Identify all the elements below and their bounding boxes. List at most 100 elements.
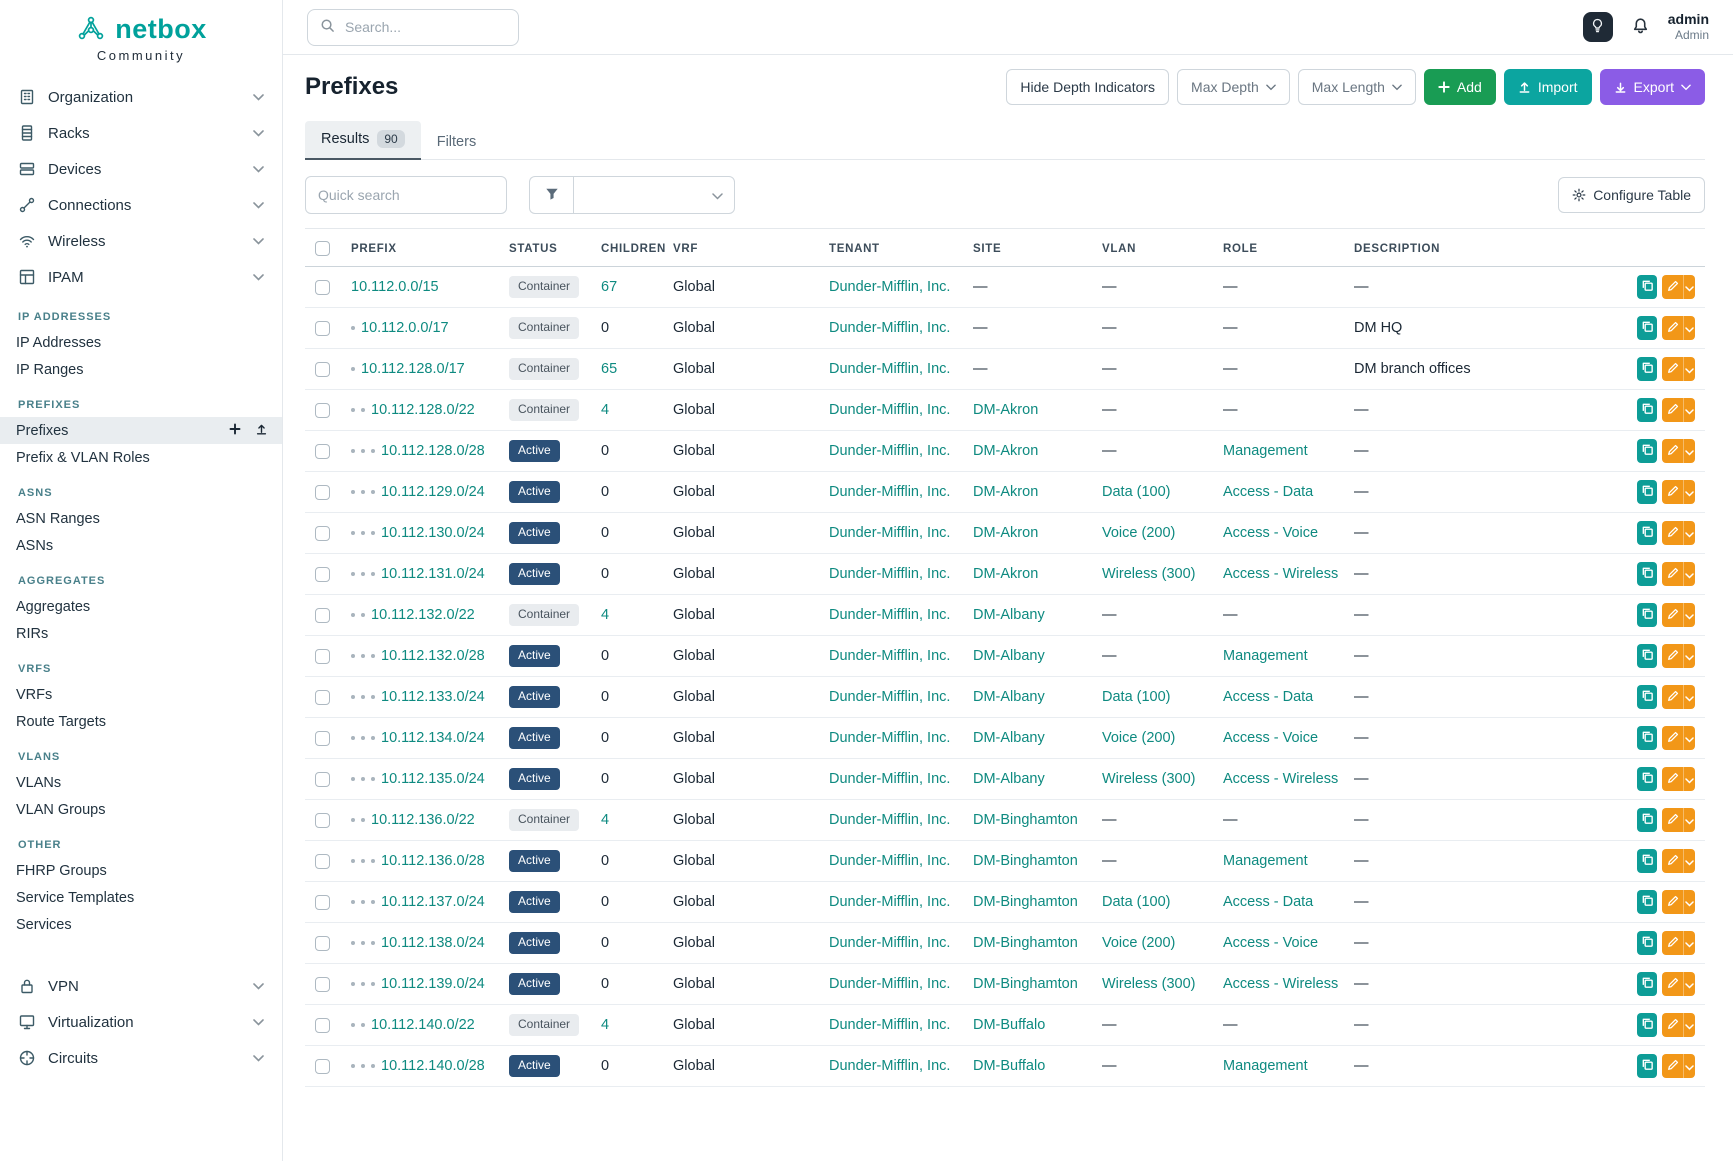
edit-dropdown-button[interactable] (1683, 767, 1695, 791)
edit-button[interactable] (1662, 398, 1682, 422)
tenant-link[interactable]: Dunder-Mifflin, Inc. (829, 853, 950, 869)
children-count-link[interactable]: 4 (601, 1017, 609, 1033)
edit-button[interactable] (1662, 275, 1682, 299)
site-link[interactable]: DM-Akron (973, 443, 1038, 459)
add-button[interactable]: Add (1424, 69, 1496, 105)
site-link[interactable]: DM-Albany (973, 648, 1045, 664)
row-checkbox[interactable] (315, 526, 330, 541)
site-link[interactable]: DM-Albany (973, 607, 1045, 623)
sidebar-item-vlan-groups[interactable]: VLAN Groups (0, 796, 282, 823)
role-link[interactable]: Access - Voice (1223, 730, 1318, 746)
edit-dropdown-button[interactable] (1683, 562, 1695, 586)
edit-dropdown-button[interactable] (1683, 685, 1695, 709)
edit-button[interactable] (1662, 644, 1682, 668)
clone-button[interactable] (1637, 972, 1657, 996)
edit-dropdown-button[interactable] (1683, 644, 1695, 668)
tenant-link[interactable]: Dunder-Mifflin, Inc. (829, 1058, 950, 1074)
edit-dropdown-button[interactable] (1683, 931, 1695, 955)
edit-dropdown-button[interactable] (1683, 808, 1695, 832)
edit-dropdown-button[interactable] (1683, 480, 1695, 504)
clone-button[interactable] (1637, 726, 1657, 750)
clone-button[interactable] (1637, 480, 1657, 504)
clone-button[interactable] (1637, 521, 1657, 545)
clone-button[interactable] (1637, 644, 1657, 668)
role-link[interactable]: Management (1223, 648, 1308, 664)
clone-button[interactable] (1637, 685, 1657, 709)
site-link[interactable]: DM-Albany (973, 771, 1045, 787)
tenant-link[interactable]: Dunder-Mifflin, Inc. (829, 812, 950, 828)
edit-button[interactable] (1662, 480, 1682, 504)
export-button[interactable]: Export (1600, 69, 1705, 105)
edit-button[interactable] (1662, 726, 1682, 750)
prefix-link[interactable]: 10.112.128.0/17 (361, 361, 465, 377)
clone-button[interactable] (1637, 849, 1657, 873)
sidebar-item-prefix-vlan-roles[interactable]: Prefix & VLAN Roles (0, 444, 282, 471)
sidebar-item-vrfs[interactable]: VRFs (0, 681, 282, 708)
vlan-link[interactable]: Wireless (300) (1102, 976, 1195, 992)
sidebar-item-vlans[interactable]: VLANs (0, 769, 282, 796)
edit-button[interactable] (1662, 1054, 1682, 1078)
tenant-link[interactable]: Dunder-Mifflin, Inc. (829, 279, 950, 295)
prefix-link[interactable]: 10.112.132.0/22 (371, 607, 475, 623)
row-checkbox[interactable] (315, 772, 330, 787)
sidebar-group-organization[interactable]: Organization (0, 79, 282, 115)
prefix-link[interactable]: 10.112.0.0/15 (351, 279, 439, 295)
site-link[interactable]: DM-Akron (973, 525, 1038, 541)
column-header-description[interactable]: DESCRIPTION (1344, 229, 1627, 267)
clone-button[interactable] (1637, 439, 1657, 463)
role-link[interactable]: Access - Data (1223, 894, 1313, 910)
edit-dropdown-button[interactable] (1683, 890, 1695, 914)
tenant-link[interactable]: Dunder-Mifflin, Inc. (829, 1017, 950, 1033)
role-link[interactable]: Access - Wireless (1223, 976, 1338, 992)
edit-button[interactable] (1662, 562, 1682, 586)
max-length-dropdown[interactable]: Max Length (1298, 69, 1416, 105)
site-link[interactable]: DM-Albany (973, 730, 1045, 746)
column-header-prefix[interactable]: PREFIX (341, 229, 499, 267)
edit-button[interactable] (1662, 767, 1682, 791)
site-link[interactable]: DM-Binghamton (973, 935, 1078, 951)
vlan-link[interactable]: Wireless (300) (1102, 771, 1195, 787)
sidebar-item-aggregates[interactable]: Aggregates (0, 593, 282, 620)
edit-dropdown-button[interactable] (1683, 726, 1695, 750)
row-checkbox[interactable] (315, 977, 330, 992)
role-link[interactable]: Access - Wireless (1223, 566, 1338, 582)
edit-button[interactable] (1662, 1013, 1682, 1037)
edit-dropdown-button[interactable] (1683, 357, 1695, 381)
sidebar-item-asn-ranges[interactable]: ASN Ranges (0, 505, 282, 532)
row-checkbox[interactable] (315, 444, 330, 459)
children-count-link[interactable]: 4 (601, 402, 609, 418)
row-checkbox[interactable] (315, 608, 330, 623)
row-checkbox[interactable] (315, 649, 330, 664)
role-link[interactable]: Management (1223, 1058, 1308, 1074)
import-button[interactable]: Import (1504, 69, 1592, 105)
edit-dropdown-button[interactable] (1683, 849, 1695, 873)
role-link[interactable]: Access - Data (1223, 484, 1313, 500)
site-link[interactable]: DM-Akron (973, 402, 1038, 418)
edit-button[interactable] (1662, 685, 1682, 709)
sidebar-item-fhrp-groups[interactable]: FHRP Groups (0, 857, 282, 884)
role-link[interactable]: Access - Wireless (1223, 771, 1338, 787)
site-link[interactable]: DM-Binghamton (973, 894, 1078, 910)
children-count-link[interactable]: 4 (601, 607, 609, 623)
clone-button[interactable] (1637, 808, 1657, 832)
tenant-link[interactable]: Dunder-Mifflin, Inc. (829, 648, 950, 664)
configure-table-button[interactable]: Configure Table (1558, 177, 1705, 213)
vlan-link[interactable]: Voice (200) (1102, 935, 1175, 951)
site-link[interactable]: DM-Albany (973, 689, 1045, 705)
user-menu[interactable]: admin Admin (1668, 11, 1709, 42)
tenant-link[interactable]: Dunder-Mifflin, Inc. (829, 607, 950, 623)
sidebar-group-virtualization[interactable]: Virtualization (0, 1004, 282, 1040)
clone-button[interactable] (1637, 767, 1657, 791)
prefix-link[interactable]: 10.112.134.0/24 (381, 730, 485, 746)
notifications-button[interactable] (1631, 16, 1650, 38)
children-count-link[interactable]: 67 (601, 279, 617, 295)
site-link[interactable]: DM-Akron (973, 566, 1038, 582)
edit-dropdown-button[interactable] (1683, 603, 1695, 627)
sidebar-group-vpn[interactable]: VPN (0, 968, 282, 1004)
prefix-link[interactable]: 10.112.137.0/24 (381, 894, 485, 910)
tenant-link[interactable]: Dunder-Mifflin, Inc. (829, 976, 950, 992)
sidebar-item-asns[interactable]: ASNs (0, 532, 282, 559)
edit-button[interactable] (1662, 972, 1682, 996)
sidebar-item-prefixes[interactable]: Prefixes (0, 417, 282, 444)
vlan-link[interactable]: Data (100) (1102, 894, 1171, 910)
